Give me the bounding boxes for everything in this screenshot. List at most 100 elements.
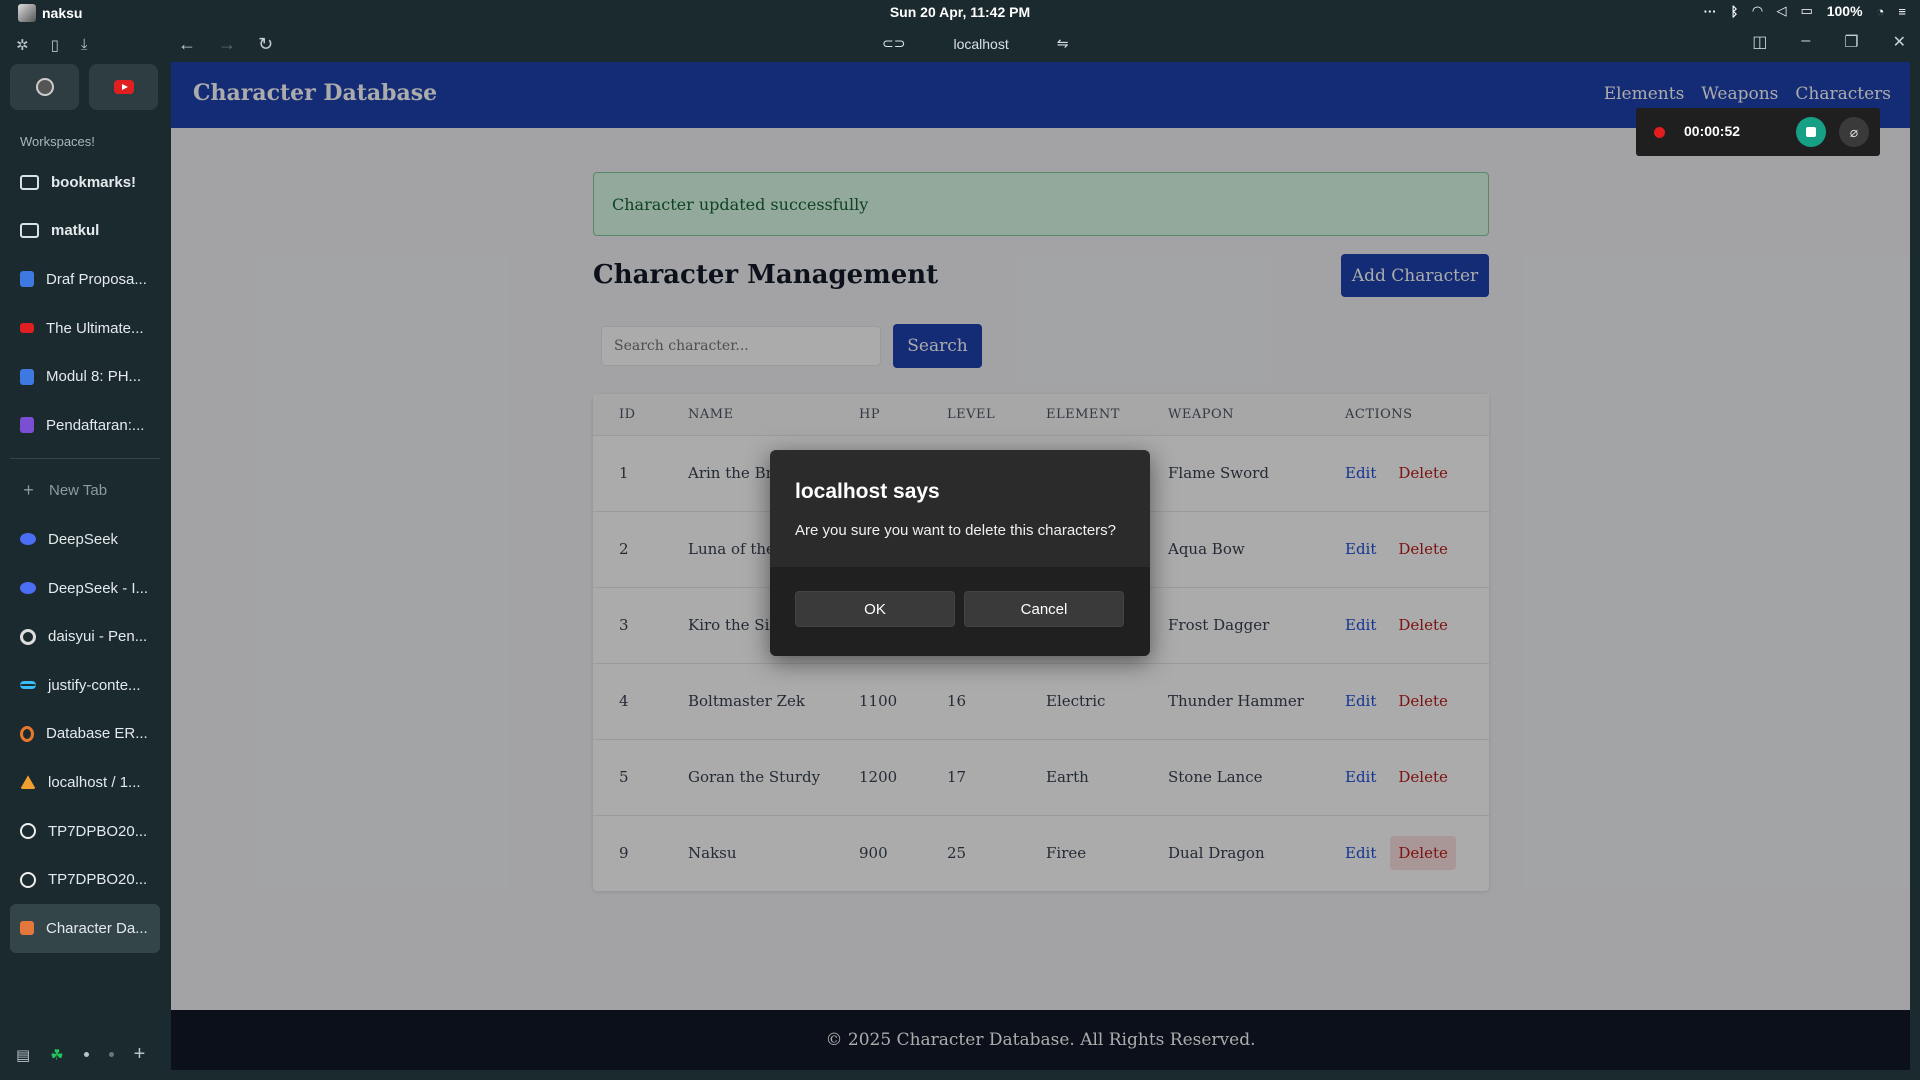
deepseek-icon: [20, 533, 36, 546]
workspace-icon[interactable]: ☘: [50, 1046, 63, 1064]
github-icon: [20, 823, 36, 840]
character-db-icon: [20, 921, 34, 936]
tab-localhost[interactable]: localhost / 1...: [10, 758, 160, 807]
tab-tp7-1[interactable]: TP7DPBO20...: [10, 807, 160, 856]
new-tab-button[interactable]: + New Tab: [10, 467, 160, 516]
folder-icon: [20, 174, 39, 190]
dialog-message: Are you sure you want to delete this cha…: [795, 522, 1117, 539]
folder-icon: [20, 223, 39, 239]
tab-label: DeepSeek - I...: [48, 579, 149, 597]
sidebar-item-ultimate[interactable]: The Ultimate...: [10, 304, 160, 353]
tab-label: justify-conte...: [48, 676, 141, 694]
sidebar-item-bookmarks[interactable]: bookmarks!: [10, 158, 160, 207]
volume-icon[interactable]: ◁: [1776, 3, 1786, 19]
sidebar-item-matkul[interactable]: matkul: [10, 207, 160, 256]
workspace-dot[interactable]: [108, 1052, 114, 1057]
split-view-icon[interactable]: ◫: [1752, 32, 1767, 52]
google-docs-icon: [20, 271, 34, 288]
url-text[interactable]: localhost: [953, 36, 1008, 52]
youtube-icon: [113, 80, 134, 94]
restore-icon[interactable]: ❐: [1844, 32, 1858, 52]
tab-daisyui[interactable]: daisyui - Pen...: [10, 612, 160, 661]
sidebar-item-label: The Ultimate...: [46, 319, 144, 337]
add-workspace-icon[interactable]: +: [134, 1043, 146, 1066]
google-docs-icon: [20, 368, 34, 385]
dialog-ok-button[interactable]: OK: [795, 591, 955, 627]
tab-label: Database ER...: [46, 725, 148, 743]
recording-time: 00:00:52: [1684, 123, 1741, 139]
sidebar-item-label: matkul: [51, 222, 100, 240]
os-top-bar: naksu Sun 20 Apr, 11:42 PM ··· ᛒ ◠ ◁ ▭ 1…: [0, 0, 1920, 26]
deepseek-icon: [20, 582, 36, 595]
sidebar-item-label: Modul 8: PH...: [46, 368, 142, 386]
sidebar-bottom: ▤ ☘ +: [16, 1043, 145, 1066]
sidebar-toggle-icon[interactable]: ▯: [51, 36, 59, 54]
download-icon[interactable]: ⤓: [81, 36, 88, 54]
dialog-cancel-button[interactable]: Cancel: [964, 591, 1124, 627]
tab-label: daisyui - Pen...: [48, 628, 148, 646]
stop-recording-button[interactable]: [1796, 117, 1826, 147]
nav-buttons: ← → ↻: [178, 34, 273, 55]
tab-tp7-2[interactable]: TP7DPBO20...: [10, 855, 160, 904]
bluetooth-icon[interactable]: ᛒ: [1731, 4, 1739, 19]
archive-icon[interactable]: ▤: [16, 1046, 30, 1064]
dialog-title: localhost says: [795, 480, 940, 503]
google-icon: [20, 628, 36, 645]
sidebar-item-label: bookmarks!: [51, 173, 137, 191]
battery-percent: 100%: [1826, 3, 1863, 19]
tab-label: TP7DPBO20...: [48, 822, 148, 840]
reload-icon[interactable]: ↻: [258, 34, 273, 55]
tab-character-database[interactable]: Character Da...: [10, 903, 160, 953]
battery-icon[interactable]: ▭: [1800, 3, 1812, 19]
mic-muted-icon[interactable]: ⌀: [1839, 117, 1869, 147]
extensions-icon[interactable]: ✲: [16, 36, 29, 54]
pinned-tab-youtube[interactable]: [89, 64, 158, 110]
wifi-icon[interactable]: ◠: [1752, 3, 1762, 19]
back-icon[interactable]: ←: [178, 34, 196, 55]
screen-recorder-widget: 00:00:52 ⌀: [1636, 108, 1880, 156]
plus-icon: +: [23, 480, 34, 501]
more-icon[interactable]: ···: [1704, 4, 1717, 19]
phpmyadmin-icon: [20, 775, 36, 790]
google-forms-icon: [20, 417, 34, 434]
tab-database-er[interactable]: Database ER...: [10, 710, 160, 759]
browser-sidebar: ✲ ▯ ⤓ Workspaces! bookmarks! matkul Draf…: [0, 26, 170, 1080]
tab-label: Character Da...: [46, 919, 148, 937]
sidebar-list: bookmarks! matkul Draf Proposa... The Ul…: [10, 158, 160, 953]
youtube-icon: [20, 323, 34, 334]
database-er-icon: [20, 725, 34, 742]
forward-icon[interactable]: →: [218, 34, 236, 55]
app-icon: [35, 78, 54, 96]
close-icon[interactable]: ✕: [1893, 32, 1906, 52]
confirm-dialog: localhost says Are you sure you want to …: [770, 450, 1150, 656]
sidebar-item-modul[interactable]: Modul 8: PH...: [10, 352, 160, 401]
new-tab-label: New Tab: [49, 482, 108, 500]
github-icon: [20, 871, 36, 888]
tab-label: TP7DPBO20...: [48, 871, 148, 889]
dialog-footer: OK Cancel: [770, 567, 1150, 656]
minimize-icon[interactable]: –: [1801, 32, 1810, 52]
window-controls: ◫ – ❐ ✕: [1752, 32, 1906, 52]
notification-icon[interactable]: ◔: [1877, 4, 1885, 19]
sidebar-divider: [10, 457, 160, 459]
site-settings-icon[interactable]: ⇋: [1057, 35, 1069, 52]
pinned-tabs: [10, 64, 158, 110]
recording-dot-icon: [1654, 127, 1665, 138]
pinned-tab-app[interactable]: [10, 64, 79, 110]
tab-label: DeepSeek: [48, 530, 119, 548]
tab-deepseek-2[interactable]: DeepSeek - I...: [10, 564, 160, 613]
os-clock[interactable]: Sun 20 Apr, 11:42 PM: [0, 4, 1920, 20]
system-tray: ··· ᛒ ◠ ◁ ▭ 100% ◔ ≡: [1704, 3, 1906, 19]
tab-justify-content[interactable]: justify-conte...: [10, 661, 160, 710]
address-bar[interactable]: ⊂⊃ localhost ⇋: [882, 35, 1068, 52]
tab-label: localhost / 1...: [48, 773, 141, 791]
link-icon[interactable]: ⊂⊃: [882, 35, 905, 52]
sidebar-item-pendaftaran[interactable]: Pendaftaran:...: [10, 401, 160, 450]
sidebar-item-label: Draf Proposa...: [46, 270, 147, 288]
tab-deepseek[interactable]: DeepSeek: [10, 515, 160, 564]
workspaces-label: Workspaces!: [20, 134, 95, 149]
workspace-dot[interactable]: [83, 1052, 89, 1057]
sidebar-item-draf[interactable]: Draf Proposa...: [10, 255, 160, 304]
sidebar-item-label: Pendaftaran:...: [46, 416, 145, 434]
settings-toggle-icon[interactable]: ≡: [1898, 4, 1906, 19]
